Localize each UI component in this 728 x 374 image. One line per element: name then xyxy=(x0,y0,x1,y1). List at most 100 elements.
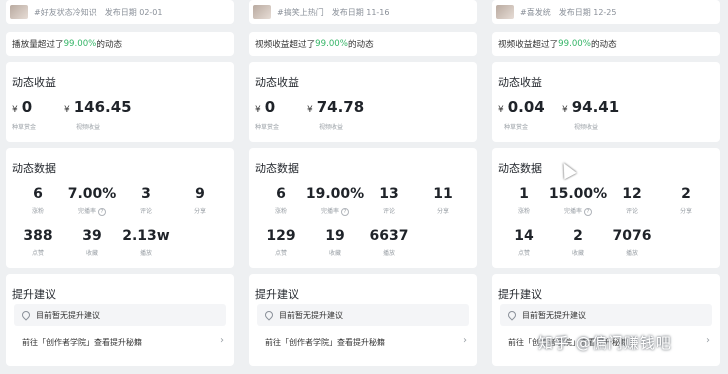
video-income-label: 视频收益 xyxy=(76,124,101,131)
video-income-value: 74.78 xyxy=(316,98,365,116)
video-income: ¥74.78 xyxy=(307,98,364,116)
favorites-label: 收藏 xyxy=(328,250,341,257)
chevron-right-icon: › xyxy=(220,335,224,346)
income-title: 动态收益 xyxy=(12,76,56,89)
info-icon[interactable]: ? xyxy=(341,207,349,216)
location-pin-icon xyxy=(263,309,275,321)
performance-banner: 视频收益超过了 99.00% 的动态 xyxy=(492,32,720,56)
plays-label: 播放 xyxy=(625,250,638,257)
favorites-label: 收藏 xyxy=(85,250,98,257)
seeding-reward-value: 0.04 xyxy=(507,98,545,116)
completion-rate-text: 完播率 xyxy=(563,208,582,215)
stats-title: 动态数据 xyxy=(255,162,299,175)
shares-value: 2 xyxy=(681,186,691,202)
post-date: 发布日期 02-01 xyxy=(104,7,163,17)
info-icon[interactable]: ? xyxy=(98,207,106,216)
video-income: ¥146.45 xyxy=(64,98,132,116)
completion-rate-value: 19.00% xyxy=(305,186,365,202)
currency-symbol: ¥ xyxy=(255,105,261,115)
post-date: 发布日期 12-25 xyxy=(558,7,617,17)
fans-gain-value: 6 xyxy=(33,186,43,202)
post-header[interactable]: #好友状态冷知识 发布日期 02-01 xyxy=(6,0,234,24)
favorites-label: 收藏 xyxy=(571,250,584,257)
post-thumbnail[interactable] xyxy=(496,5,514,19)
performance-suffix: 的动态 xyxy=(347,40,374,50)
advice-tip: 目前暂无提升建议 xyxy=(14,304,226,326)
performance-banner: 视频收益超过了 99.00% 的动态 xyxy=(249,32,477,56)
currency-symbol: ¥ xyxy=(498,105,504,115)
income-card: 动态收益 ¥0.04 种草赏金 ¥94.41 视频收益 xyxy=(492,62,720,142)
video-income-label: 视频收益 xyxy=(319,124,344,131)
comments-value: 12 xyxy=(622,186,642,202)
income-card: 动态收益 ¥0 种草赏金 ¥146.45 视频收益 xyxy=(6,62,234,142)
video-income-value: 146.45 xyxy=(73,98,132,116)
video-income-label: 视频收益 xyxy=(574,124,599,131)
completion-rate-value: 7.00% xyxy=(67,186,117,202)
completion-rate-label: 完播率? xyxy=(72,206,112,216)
post-header[interactable]: #喜发统 发布日期 12-25 xyxy=(492,0,720,24)
comments-label: 评论 xyxy=(382,208,395,215)
post-header[interactable]: #搞笑上热门 发布日期 11-16 xyxy=(249,0,477,24)
performance-prefix: 播放量超过了 xyxy=(12,40,64,50)
video-income: ¥94.41 xyxy=(562,98,619,116)
performance-prefix: 视频收益超过了 xyxy=(255,40,316,50)
stats-card: 动态数据 6 涨粉 19.00% 完播率? 13 评论 11 分享 129 点赞… xyxy=(249,148,477,268)
seeding-reward-label: 种草赏金 xyxy=(12,124,37,131)
seeding-reward-value: 0 xyxy=(21,98,33,116)
currency-symbol: ¥ xyxy=(562,105,568,115)
plays-label: 播放 xyxy=(139,250,152,257)
seeding-reward-label: 种草赏金 xyxy=(504,124,529,131)
seeding-reward: ¥0 xyxy=(255,98,275,116)
fans-gain-label: 涨粉 xyxy=(517,208,530,215)
watermark: 知乎 @偏门赚钱吧 xyxy=(538,334,672,352)
seeding-reward-value: 0 xyxy=(264,98,276,116)
video-income-value: 94.41 xyxy=(571,98,620,116)
info-icon[interactable]: ? xyxy=(584,207,592,216)
performance-banner: 播放量超过了 99.00% 的动态 xyxy=(6,32,234,56)
likes-value: 14 xyxy=(514,228,534,244)
post-thumbnail[interactable] xyxy=(10,5,28,19)
shares-label: 分享 xyxy=(193,208,206,215)
plays-value: 2.13w xyxy=(122,228,170,244)
chevron-right-icon: › xyxy=(463,335,467,346)
post-tag: #喜发统 xyxy=(520,7,551,17)
post-thumbnail[interactable] xyxy=(253,5,271,19)
advice-tip: 目前暂无提升建议 xyxy=(500,304,712,326)
performance-percent: 99.00% xyxy=(315,39,348,49)
creator-academy-link[interactable]: 前往「创作者学院」查看提升秘籍 › xyxy=(257,332,469,352)
comments-label: 评论 xyxy=(139,208,152,215)
income-title: 动态收益 xyxy=(498,76,542,89)
advice-tip: 目前暂无提升建议 xyxy=(257,304,469,326)
advice-tip-text: 目前暂无提升建议 xyxy=(36,310,100,320)
performance-suffix: 的动态 xyxy=(590,40,617,50)
creator-academy-link[interactable]: 前往「创作者学院」查看提升秘籍 › xyxy=(14,332,226,352)
post-tag: #好友状态冷知识 xyxy=(34,7,97,17)
advice-card: 提升建议 目前暂无提升建议 前往「创作者学院」查看提升秘籍 › xyxy=(6,274,234,366)
chevron-right-icon: › xyxy=(706,335,710,346)
post-column-1: #好友状态冷知识 发布日期 02-01 播放量超过了 99.00% 的动态 动态收益… xyxy=(6,0,234,366)
advice-card: 提升建议 目前暂无提升建议 前往「创作者学院」查看提升秘籍 › xyxy=(249,274,477,366)
post-column-3: #喜发统 发布日期 12-25 视频收益超过了 99.00% 的动态 动态收益 ¥0… xyxy=(492,0,720,366)
post-tag: #搞笑上热门 xyxy=(277,7,324,17)
favorites-value: 19 xyxy=(325,228,345,244)
advice-title: 提升建议 xyxy=(498,288,542,301)
completion-rate-label: 完播率? xyxy=(558,206,598,216)
likes-value: 388 xyxy=(23,228,53,244)
seeding-reward: ¥0 xyxy=(12,98,32,116)
creator-academy-link-text: 前往「创作者学院」查看提升秘籍 xyxy=(22,337,142,347)
likes-label: 点赞 xyxy=(517,250,530,257)
completion-rate-text: 完播率 xyxy=(77,208,96,215)
completion-rate-label: 完播率? xyxy=(315,206,355,216)
advice-tip-text: 目前暂无提升建议 xyxy=(522,310,586,320)
fans-gain-label: 涨粉 xyxy=(274,208,287,215)
fans-gain-label: 涨粉 xyxy=(31,208,44,215)
stats-title: 动态数据 xyxy=(12,162,56,175)
comments-value: 3 xyxy=(141,186,151,202)
favorites-value: 2 xyxy=(573,228,583,244)
seeding-reward-label: 种草赏金 xyxy=(255,124,280,131)
fans-gain-value: 6 xyxy=(276,186,286,202)
plays-value: 7076 xyxy=(612,228,652,244)
stats-title: 动态数据 xyxy=(498,162,542,175)
comments-value: 13 xyxy=(379,186,399,202)
stats-card: 动态数据 6 涨粉 7.00% 完播率? 3 评论 9 分享 388 点赞 39… xyxy=(6,148,234,268)
